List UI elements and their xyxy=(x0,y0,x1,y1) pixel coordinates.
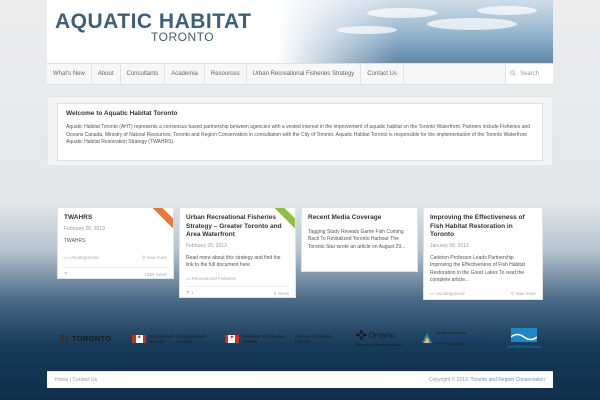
post-meta: ▭ Uncategorized ⚲ read more xyxy=(430,291,536,297)
link-icon: ⚲ xyxy=(510,291,515,296)
folder-icon: ▭ xyxy=(186,276,191,281)
footer-contact-link[interactable]: Contact Us xyxy=(72,377,97,383)
post-card[interactable]: TWAHRS February 20, 2013 TWAHRS ▭ Uncate… xyxy=(57,207,174,279)
search-icon xyxy=(510,70,516,78)
post-excerpt: Tagging Study Reveals Game Fish Coming B… xyxy=(308,228,406,250)
post-excerpt: TWAHRS xyxy=(64,237,86,244)
toronto-city-hall-icon xyxy=(59,333,69,345)
welcome-section: Welcome to Aquatic Habitat Toronto Aquat… xyxy=(47,96,553,166)
site-footer: Home | Contact Us Copyright © 2013, Toro… xyxy=(47,371,553,388)
nav-fisheries-strategy[interactable]: Urban Recreational Fisheries Strategy xyxy=(247,64,362,84)
footer-home-link[interactable]: Home xyxy=(55,377,68,383)
post-stats: ♥ 1 6 views xyxy=(186,286,289,296)
trca-leaf-icon xyxy=(422,333,433,345)
post-card[interactable]: Recent Media Coverage Tagging Study Reve… xyxy=(301,207,418,272)
logo-environment-canada[interactable]: ✦ Environment Canada Environnement Canad… xyxy=(132,334,206,345)
waterfront-wave-icon xyxy=(510,328,538,344)
heart-icon: ♥ xyxy=(186,290,190,296)
posts-grid: TWAHRS February 20, 2013 TWAHRS ▭ Uncate… xyxy=(47,190,553,300)
welcome-title: Welcome to Aquatic Habitat Toronto xyxy=(66,110,178,117)
logo-trca[interactable]: Toronto and Region Conservation for The … xyxy=(422,331,486,348)
post-title[interactable]: Recent Media Coverage xyxy=(308,214,411,223)
post-title[interactable]: Improving the Effectiveness of Fish Habi… xyxy=(430,214,536,240)
heart-icon[interactable]: ♥ xyxy=(64,271,68,277)
logo-city-of-toronto[interactable]: TORONTO xyxy=(59,333,111,345)
post-category[interactable]: ▭ Recreational Fisheries xyxy=(186,276,236,282)
post-category[interactable]: ▭ Uncategorized xyxy=(64,255,99,261)
post-title[interactable]: Urban Recreational Fisheries Strategy – … xyxy=(186,214,289,240)
canada-flag-icon: ✦ xyxy=(224,335,239,343)
post-card[interactable]: Improving the Effectiveness of Fish Habi… xyxy=(423,207,543,300)
site-logo-subtitle: TORONTO xyxy=(151,30,215,44)
nav-whats-new[interactable]: What's New xyxy=(47,64,92,84)
copyright: Copyright © 2013, Toronto and Region Con… xyxy=(428,377,546,383)
partner-logos: TORONTO ✦ Environment Canada Environneme… xyxy=(47,316,553,362)
post-date: January 09, 2013 xyxy=(430,242,469,249)
post-title[interactable]: TWAHRS xyxy=(64,214,167,223)
nav-academia[interactable]: Academia xyxy=(165,64,205,84)
logo-ontario-mnr[interactable]: Ontario Ministry of Natural Resources xyxy=(355,328,401,348)
post-excerpt: Carleton Professor Leads Partnership Imp… xyxy=(430,254,525,284)
read-more-link[interactable]: ⚲ read more xyxy=(511,291,536,297)
site-header: AQUATIC HABITAT TORONTO xyxy=(47,0,553,63)
nav-resources[interactable]: Resources xyxy=(205,64,247,84)
folder-icon: ▭ xyxy=(430,291,435,296)
post-views: 6 views xyxy=(273,290,289,296)
folder-icon: ▭ xyxy=(64,255,69,260)
post-date: February 20, 2013 xyxy=(186,242,227,249)
post-views: 1559 views xyxy=(144,271,167,277)
post-likes[interactable]: ♥ 1 xyxy=(186,290,193,296)
trillium-icon xyxy=(355,328,367,342)
read-more-link[interactable]: ⚲ read more xyxy=(142,255,167,261)
footer-nav: Home | Contact Us xyxy=(55,377,97,383)
search-input[interactable]: Search xyxy=(520,71,539,77)
post-stats: ♥ 1559 views xyxy=(64,267,167,277)
welcome-box: Welcome to Aquatic Habitat Toronto Aquat… xyxy=(57,103,543,161)
nav-about[interactable]: About xyxy=(92,64,121,84)
post-excerpt: Read more about this strategy and find t… xyxy=(186,254,281,269)
search-box[interactable]: Search xyxy=(505,64,553,84)
post-meta: ▭ Recreational Fisheries xyxy=(186,276,289,282)
canada-flag-icon: ✦ xyxy=(132,335,147,343)
footer-org-link[interactable]: Toronto and Region Conservation xyxy=(471,377,546,383)
link-icon: ⚲ xyxy=(141,255,146,260)
main-navigation: What's New About Consultants Academia Re… xyxy=(47,63,553,85)
welcome-text: Aquatic Habitat Toronto (AHT) represents… xyxy=(66,124,531,145)
nav-consultants[interactable]: Consultants xyxy=(121,64,166,84)
logo-waterfront-toronto[interactable]: WATERFRONToronto xyxy=(507,328,541,350)
post-date: February 20, 2013 xyxy=(64,225,105,232)
post-meta: ▭ Uncategorized ⚲ read more xyxy=(64,255,167,261)
nav-contact-us[interactable]: Contact Us xyxy=(361,64,404,84)
logo-fisheries-oceans-canada[interactable]: ✦ Fisheries and Oceans Canada Pêches et … xyxy=(224,334,335,345)
post-category[interactable]: ▭ Uncategorized xyxy=(430,291,465,297)
post-card[interactable]: Urban Recreational Fisheries Strategy – … xyxy=(179,207,296,298)
